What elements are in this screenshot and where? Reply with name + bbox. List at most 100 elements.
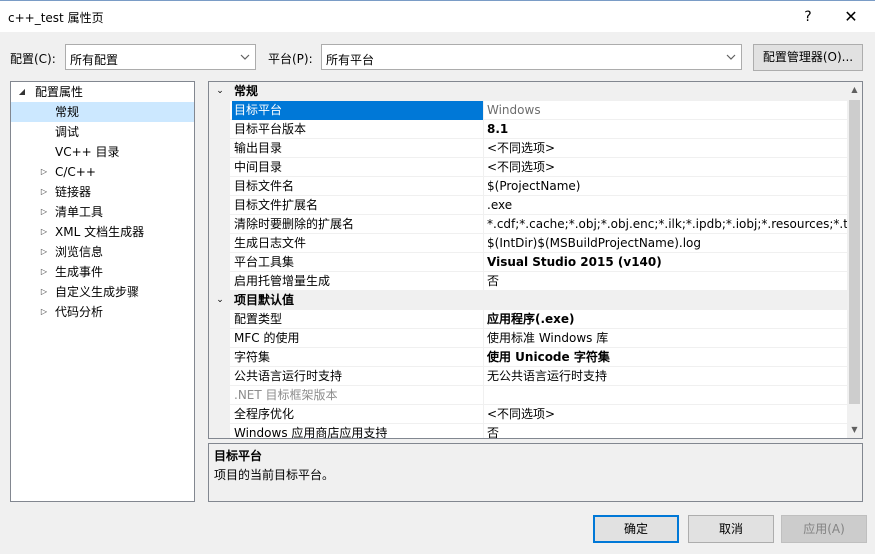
property-name: 启用托管增量生成 bbox=[234, 274, 331, 288]
expand-triangle-icon[interactable]: ▷ bbox=[39, 302, 49, 322]
property-row[interactable]: .NET 目标框架版本 bbox=[209, 386, 847, 405]
expand-triangle-icon[interactable]: ▷ bbox=[39, 182, 49, 202]
platform-combo[interactable]: 所有平台 bbox=[321, 44, 742, 70]
grid-category-title: 项目默认值 bbox=[234, 293, 295, 307]
column-divider bbox=[483, 234, 484, 253]
property-value[interactable]: <不同选项> bbox=[487, 139, 847, 158]
collapse-triangle-icon[interactable]: ◢ bbox=[17, 82, 27, 102]
scroll-up-icon[interactable]: ▲ bbox=[847, 82, 862, 98]
tree-item[interactable]: 调试 bbox=[11, 122, 194, 142]
tree-root-label: 配置属性 bbox=[35, 85, 84, 99]
platform-label: 平台(P): bbox=[268, 52, 313, 66]
property-value[interactable]: 否 bbox=[487, 424, 847, 438]
tree-item[interactable]: ▷ 清单工具 bbox=[11, 202, 194, 222]
column-divider bbox=[483, 386, 484, 405]
grid-category-title: 常规 bbox=[234, 84, 259, 98]
property-name: 字符集 bbox=[234, 350, 271, 364]
expand-triangle-icon[interactable]: ▷ bbox=[39, 242, 49, 262]
config-combo[interactable]: 所有配置 bbox=[65, 44, 256, 70]
property-row[interactable]: 生成日志文件 $(IntDir)$(MSBuildProjectName).log bbox=[209, 234, 847, 253]
close-button[interactable]: ✕ bbox=[836, 6, 866, 28]
property-name: 公共语言运行时支持 bbox=[234, 369, 343, 383]
property-name: MFC 的使用 bbox=[234, 331, 300, 345]
property-value[interactable]: Windows bbox=[487, 101, 847, 120]
tree-item[interactable]: ▷ XML 文档生成器 bbox=[11, 222, 194, 242]
property-row[interactable]: 目标文件名 $(ProjectName) bbox=[209, 177, 847, 196]
property-row[interactable]: 中间目录 <不同选项> bbox=[209, 158, 847, 177]
property-value[interactable]: *.cdf;*.cache;*.obj;*.obj.enc;*.ilk;*.ip… bbox=[487, 215, 847, 234]
tree-item[interactable]: ▷ 链接器 bbox=[11, 182, 194, 202]
tree-item[interactable]: ▷ C/C++ bbox=[11, 162, 194, 182]
scroll-thumb[interactable] bbox=[849, 100, 860, 404]
description-panel: 目标平台 项目的当前目标平台。 bbox=[208, 443, 863, 502]
property-row[interactable]: 目标平台 Windows bbox=[209, 101, 847, 120]
property-value[interactable]: 使用 Unicode 字符集 bbox=[487, 348, 847, 367]
tree-item[interactable]: ▷ 自定义生成步骤 bbox=[11, 282, 194, 302]
property-name: Windows 应用商店应用支持 bbox=[234, 426, 388, 439]
tree-item-label: 浏览信息 bbox=[55, 245, 104, 259]
scroll-down-icon[interactable]: ▼ bbox=[847, 422, 862, 438]
platform-combo-value: 所有平台 bbox=[326, 53, 375, 67]
column-divider bbox=[483, 196, 484, 215]
grid-category[interactable]: ⌄ 常规 bbox=[209, 82, 847, 101]
property-value[interactable]: 否 bbox=[487, 272, 847, 291]
column-divider bbox=[483, 215, 484, 234]
property-name: 生成日志文件 bbox=[234, 236, 307, 250]
property-row[interactable]: 字符集 使用 Unicode 字符集 bbox=[209, 348, 847, 367]
property-row[interactable]: Windows 应用商店应用支持 否 bbox=[209, 424, 847, 439]
property-value[interactable]: 8.1 bbox=[487, 120, 847, 139]
property-value[interactable]: .exe bbox=[487, 196, 847, 215]
expand-triangle-icon[interactable]: ▷ bbox=[39, 222, 49, 242]
grid-scrollbar[interactable]: ▲ ▼ bbox=[847, 82, 862, 438]
tree-item[interactable]: VC++ 目录 bbox=[11, 142, 194, 162]
grid-category[interactable]: ⌄ 项目默认值 bbox=[209, 291, 847, 310]
property-value[interactable]: <不同选项> bbox=[487, 405, 847, 424]
property-value[interactable]: <不同选项> bbox=[487, 158, 847, 177]
tree-item-label: 代码分析 bbox=[55, 305, 104, 319]
expand-triangle-icon[interactable]: ▷ bbox=[39, 202, 49, 222]
property-value[interactable]: Visual Studio 2015 (v140) bbox=[487, 253, 847, 272]
property-row[interactable]: 目标平台版本 8.1 bbox=[209, 120, 847, 139]
property-row[interactable]: 输出目录 <不同选项> bbox=[209, 139, 847, 158]
property-name: .NET 目标框架版本 bbox=[234, 388, 338, 402]
tree-item-label: 自定义生成步骤 bbox=[55, 285, 140, 299]
expand-triangle-icon[interactable]: ▷ bbox=[39, 282, 49, 302]
help-button[interactable]: ? bbox=[793, 6, 823, 28]
property-row[interactable]: 配置类型 应用程序(.exe) bbox=[209, 310, 847, 329]
column-divider bbox=[483, 120, 484, 139]
property-row[interactable]: 平台工具集 Visual Studio 2015 (v140) bbox=[209, 253, 847, 272]
cancel-button[interactable]: 取消 bbox=[688, 515, 774, 543]
tree-item-label: 清单工具 bbox=[55, 205, 104, 219]
collapse-chevron-icon[interactable]: ⌄ bbox=[214, 291, 226, 310]
apply-button[interactable]: 应用(A) bbox=[781, 515, 867, 543]
property-value[interactable]: 无公共语言运行时支持 bbox=[487, 367, 847, 386]
tree-item-label: 调试 bbox=[55, 125, 80, 139]
expand-triangle-icon[interactable]: ▷ bbox=[39, 162, 49, 182]
property-value[interactable]: $(IntDir)$(MSBuildProjectName).log bbox=[487, 234, 847, 253]
expand-triangle-icon[interactable]: ▷ bbox=[39, 262, 49, 282]
property-row[interactable]: 目标文件扩展名 .exe bbox=[209, 196, 847, 215]
property-row[interactable]: 清除时要删除的扩展名 *.cdf;*.cache;*.obj;*.obj.enc;… bbox=[209, 215, 847, 234]
property-row[interactable]: 启用托管增量生成 否 bbox=[209, 272, 847, 291]
column-divider bbox=[483, 139, 484, 158]
tree-item[interactable]: ▷ 浏览信息 bbox=[11, 242, 194, 262]
description-text: 项目的当前目标平台。 bbox=[214, 468, 335, 482]
property-row[interactable]: MFC 的使用 使用标准 Windows 库 bbox=[209, 329, 847, 348]
tree-item[interactable]: ▷ 代码分析 bbox=[11, 302, 194, 322]
tree-item[interactable]: ▷ 生成事件 bbox=[11, 262, 194, 282]
property-value[interactable]: 使用标准 Windows 库 bbox=[487, 329, 847, 348]
column-divider bbox=[483, 101, 484, 120]
ok-button[interactable]: 确定 bbox=[593, 515, 679, 543]
property-row[interactable]: 全程序优化 <不同选项> bbox=[209, 405, 847, 424]
tree-item[interactable]: 常规 bbox=[11, 102, 194, 122]
collapse-chevron-icon[interactable]: ⌄ bbox=[214, 82, 226, 101]
property-value[interactable]: 应用程序(.exe) bbox=[487, 310, 847, 329]
config-combo-value: 所有配置 bbox=[70, 53, 119, 67]
property-value[interactable]: $(ProjectName) bbox=[487, 177, 847, 196]
tree-item-label: 链接器 bbox=[55, 185, 92, 199]
description-title: 目标平台 bbox=[214, 449, 263, 463]
column-divider bbox=[483, 424, 484, 438]
tree-root[interactable]: ◢ 配置属性 bbox=[11, 82, 194, 102]
config-manager-button[interactable]: 配置管理器(O)... bbox=[753, 44, 863, 71]
property-row[interactable]: 公共语言运行时支持 无公共语言运行时支持 bbox=[209, 367, 847, 386]
